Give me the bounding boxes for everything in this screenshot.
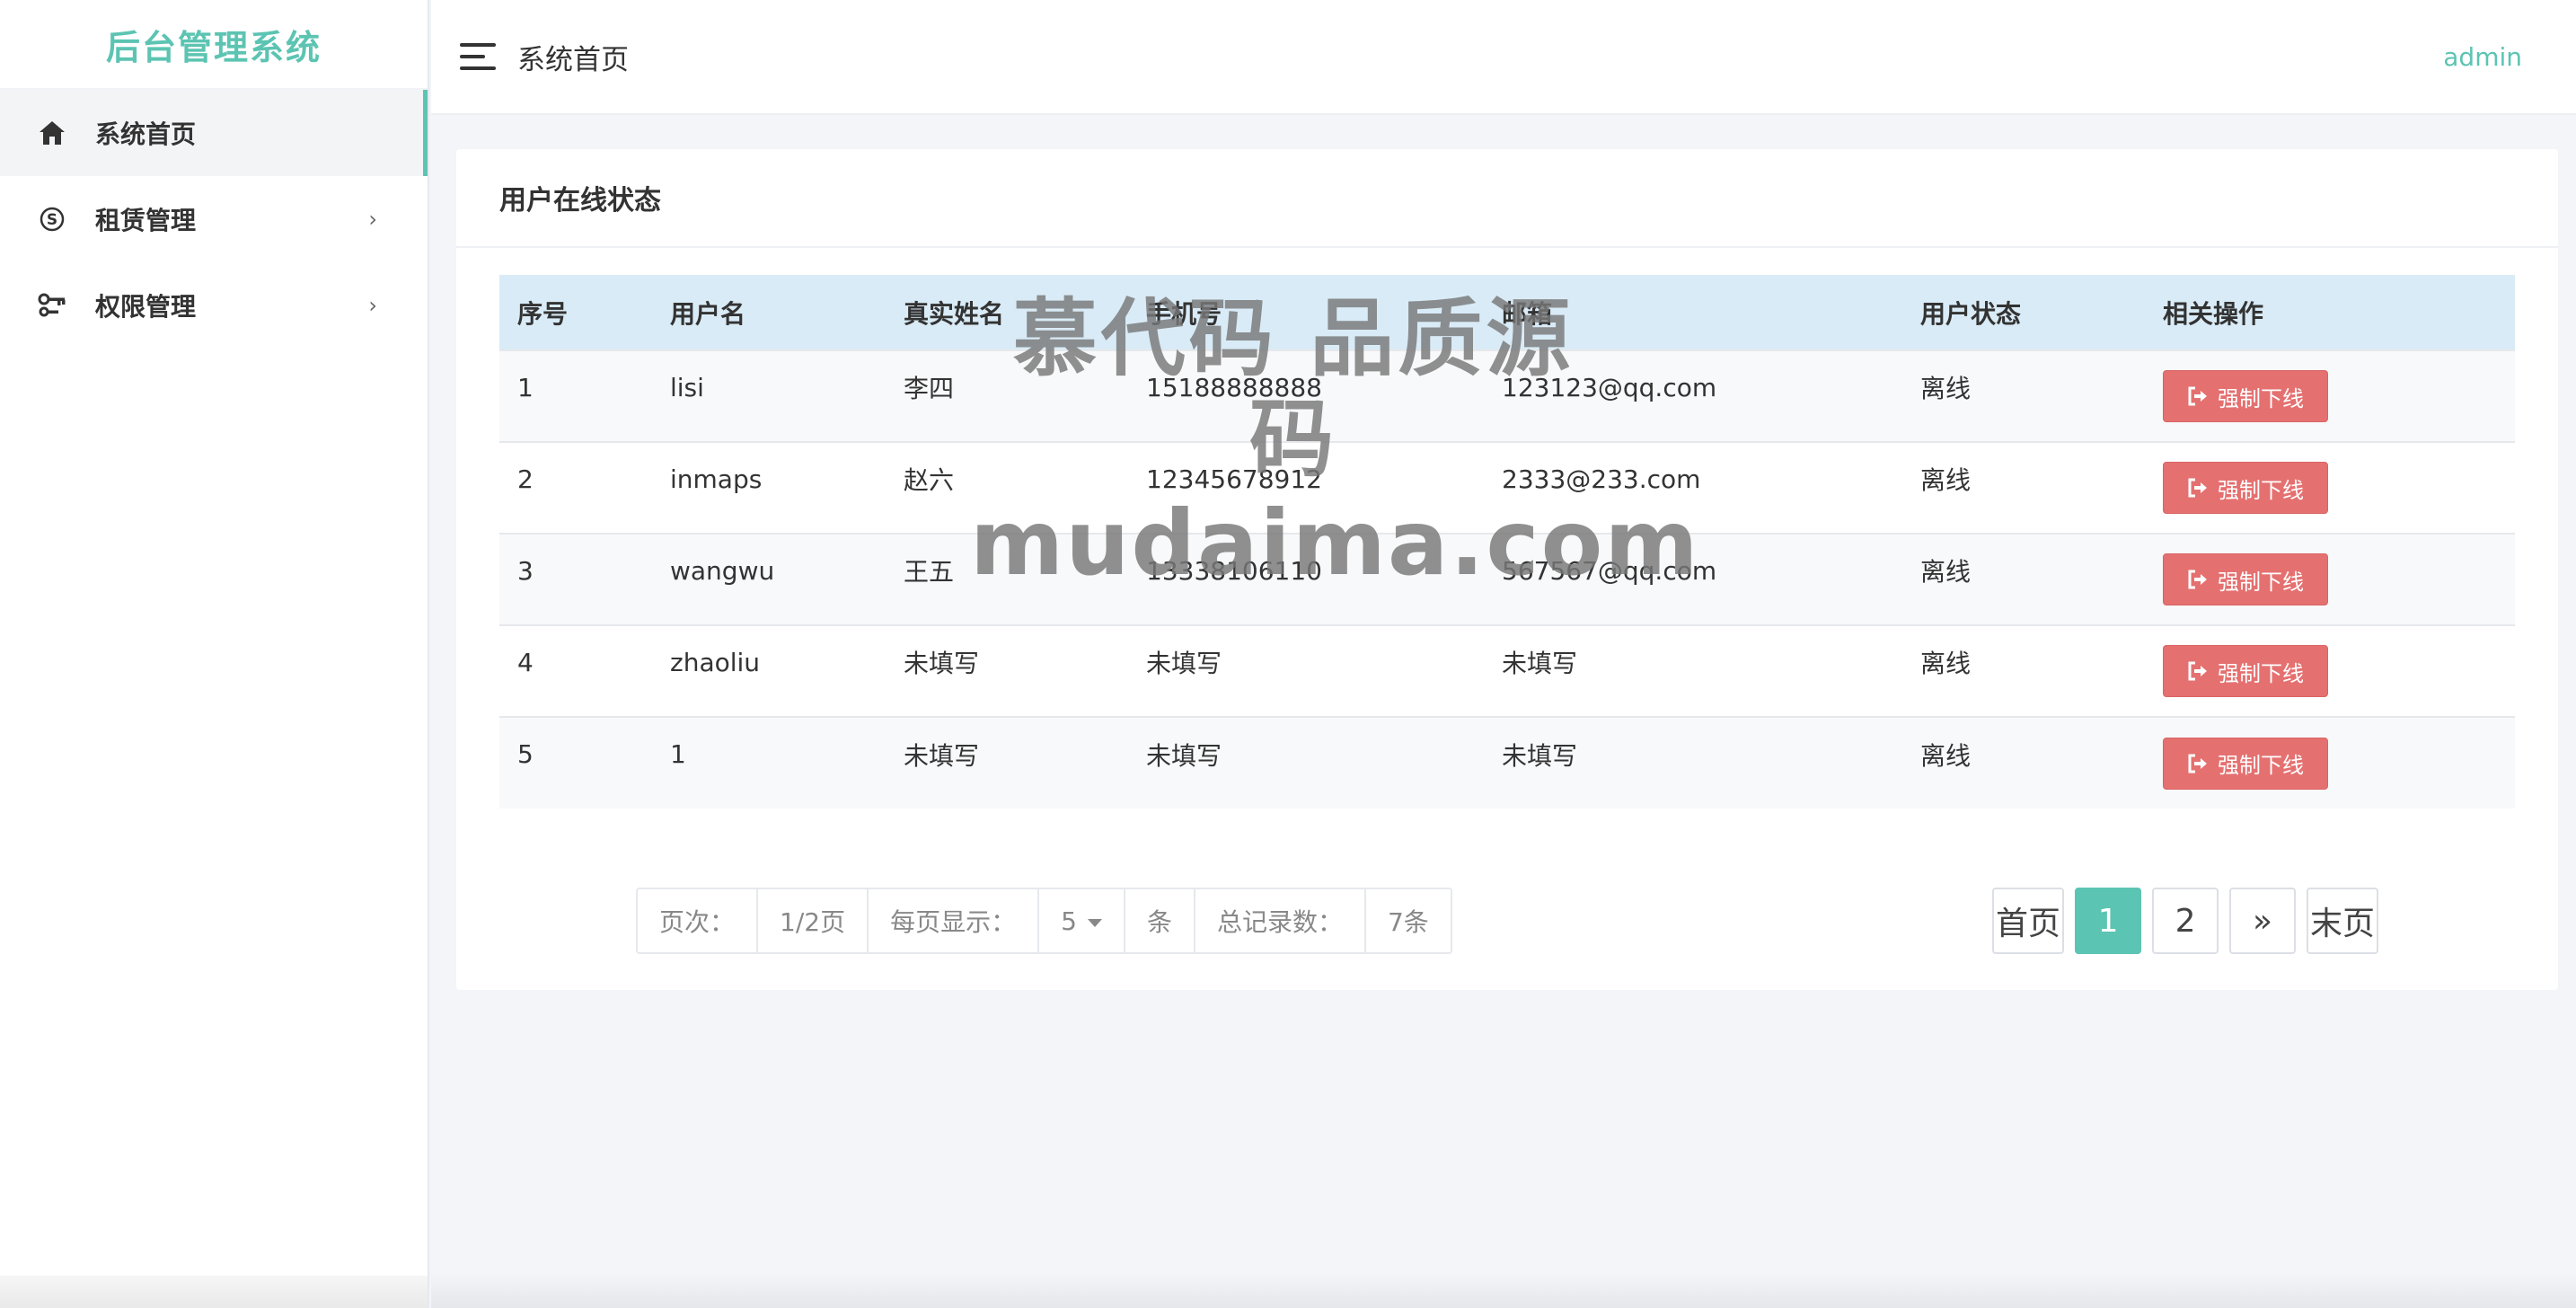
cell-id: 1 [517, 372, 534, 402]
sidebar: 后台管理系统 系统首页 S 租赁管理 › 权限管理 › [0, 0, 429, 1308]
page-label: 页次： [638, 889, 759, 952]
per-page-value: 5 [1061, 906, 1077, 936]
per-page-label: 每页显示： [869, 889, 1040, 952]
cell-realname: 未填写 [904, 740, 980, 771]
svg-text:S: S [47, 211, 57, 229]
cell-username: inmaps [670, 464, 763, 494]
cell-email: 123123@qq.com [1502, 372, 1717, 402]
sign-out-icon [2188, 570, 2207, 589]
cell-status: 离线 [1920, 649, 1972, 678]
sidebar-footer [0, 1276, 428, 1308]
page-button-1[interactable]: 1 [2075, 888, 2142, 954]
user-menu[interactable]: admin [2443, 42, 2522, 72]
cell-realname: 王五 [904, 557, 955, 587]
column-header: 真实姓名 [886, 275, 1128, 350]
force-offline-button[interactable]: 强制下线 [2163, 553, 2328, 605]
cell-realname: 李四 [904, 374, 955, 403]
cell-id: 5 [517, 739, 534, 769]
next-page-button[interactable]: » [2229, 888, 2297, 954]
top-header: 系统首页 admin [431, 0, 2576, 115]
cell-email: 2333@233.com [1502, 464, 1701, 494]
cell-email: 未填写 [1502, 649, 1578, 678]
sidebar-item-label: 系统首页 [95, 119, 197, 149]
column-header: 用户状态 [1902, 275, 2145, 350]
page-button-2[interactable]: 2 [2152, 888, 2219, 954]
sidebar-item-home[interactable]: 系统首页 [0, 90, 428, 176]
table-row: 2 inmaps 赵六 12345678912 2333@233.com 离线 … [499, 441, 2515, 534]
column-header: 相关操作 [2145, 275, 2515, 350]
unit-label: 条 [1125, 889, 1195, 952]
force-offline-button[interactable]: 强制下线 [2163, 645, 2328, 697]
pagination-info: 页次： 1/2页 每页显示： 5 条 总记录数： 7条 [636, 888, 1452, 954]
cell-id: 4 [517, 647, 534, 677]
total-label: 总记录数： [1195, 889, 1366, 952]
column-header: 手机号 [1128, 275, 1484, 350]
last-page-button[interactable]: 末页 [2307, 888, 2379, 954]
chevron-right-icon: › [368, 293, 377, 318]
pager: 首页 1 2 » 末页 [1992, 888, 2379, 954]
column-header: 用户名 [652, 275, 886, 350]
cell-email: 567567@qq.com [1502, 555, 1717, 586]
sidebar-item-rental[interactable]: S 租赁管理 › [0, 176, 428, 262]
table-row: 3 wangwu 王五 13338106110 567567@qq.com 离线… [499, 533, 2515, 625]
table-row: 4 zhaoliu 未填写 未填写 未填写 离线 强制下线 [499, 624, 2515, 717]
total-value: 7条 [1387, 907, 1429, 937]
cell-status: 离线 [1920, 374, 1972, 403]
bottom-shade [431, 1272, 2576, 1308]
column-header: 序号 [499, 275, 652, 350]
button-label: 强制下线 [2218, 477, 2304, 503]
cell-username: wangwu [670, 555, 775, 586]
button-label: 强制下线 [2218, 385, 2304, 411]
button-label: 强制下线 [2218, 660, 2304, 686]
per-page-select[interactable]: 5 [1039, 889, 1125, 952]
sign-out-icon [2188, 478, 2207, 498]
cell-realname: 未填写 [904, 649, 980, 678]
sidebar-item-label: 租赁管理 [95, 206, 197, 235]
sidebar-item-label: 权限管理 [95, 292, 197, 322]
cell-id: 2 [517, 464, 534, 494]
cell-phone: 15188888888 [1146, 372, 1322, 402]
table-header-row: 序号 用户名 真实姓名 手机号 邮箱 用户状态 相关操作 [499, 275, 2515, 350]
table-row: 5 1 未填写 未填写 未填写 离线 强制下线 [499, 716, 2515, 809]
button-label: 强制下线 [2218, 569, 2304, 595]
cell-phone: 未填写 [1146, 649, 1222, 678]
sidebar-item-permission[interactable]: 权限管理 › [0, 262, 428, 349]
force-offline-button[interactable]: 强制下线 [2163, 462, 2328, 514]
skype-icon: S [36, 203, 68, 235]
chevron-right-icon: › [368, 207, 377, 232]
page-title: 系统首页 [517, 43, 629, 76]
table-row: 1 lisi 李四 15188888888 123123@qq.com 离线 强… [499, 349, 2515, 442]
button-label: 强制下线 [2218, 753, 2304, 778]
sign-out-icon [2188, 661, 2207, 681]
cell-email: 未填写 [1502, 740, 1578, 771]
menu-toggle-icon[interactable] [460, 40, 499, 73]
cell-status: 离线 [1920, 465, 1972, 495]
sign-out-icon [2188, 754, 2207, 773]
online-status-card: 用户在线状态 序号 用户名 真实姓名 手机号 邮箱 用户状态 相关操作 1 li… [456, 149, 2558, 990]
cell-realname: 赵六 [904, 465, 955, 495]
caret-down-icon [1087, 918, 1102, 927]
cell-username: zhaoliu [670, 647, 761, 677]
card-title: 用户在线状态 [456, 149, 2558, 248]
cell-username: lisi [670, 372, 704, 402]
cell-status: 离线 [1920, 557, 1972, 587]
cell-status: 离线 [1920, 740, 1972, 771]
force-offline-button[interactable]: 强制下线 [2163, 370, 2328, 422]
key-icon [36, 289, 68, 322]
column-header: 邮箱 [1484, 275, 1902, 350]
cell-id: 3 [517, 555, 534, 586]
cell-phone: 12345678912 [1146, 464, 1322, 494]
brand-title: 后台管理系统 [0, 0, 428, 90]
page-value: 1/2页 [758, 889, 869, 952]
first-page-button[interactable]: 首页 [1992, 888, 2065, 954]
cell-phone: 未填写 [1146, 740, 1222, 771]
user-table: 序号 用户名 真实姓名 手机号 邮箱 用户状态 相关操作 1 lisi 李四 1… [499, 275, 2515, 809]
sign-out-icon [2188, 386, 2207, 406]
cell-username: 1 [670, 739, 686, 769]
cell-phone: 13338106110 [1146, 555, 1322, 586]
force-offline-button[interactable]: 强制下线 [2163, 737, 2328, 790]
home-icon [36, 117, 68, 149]
